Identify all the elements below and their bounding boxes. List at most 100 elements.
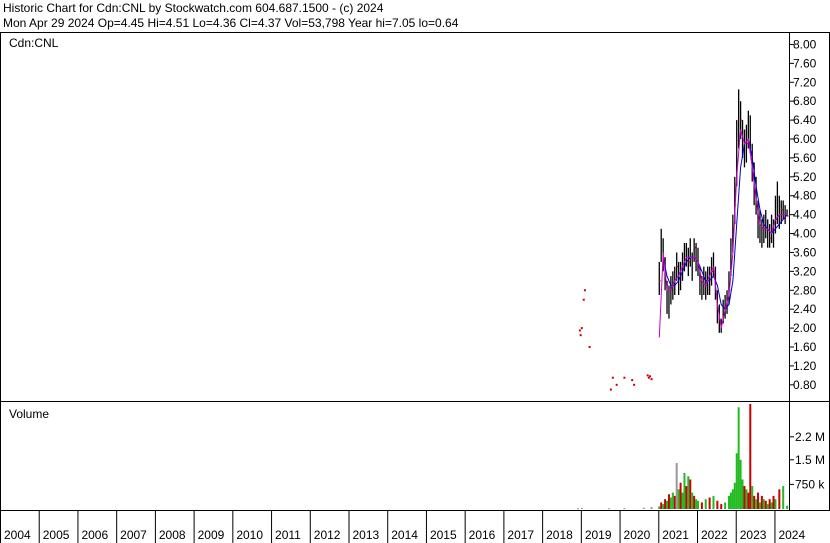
volume-bar <box>778 489 781 509</box>
volume-bar <box>691 492 694 509</box>
price-sparse-point <box>646 374 649 377</box>
x-tick-label: 2004 <box>4 528 31 542</box>
volume-bar <box>731 489 734 509</box>
price-tick-label: 6.00 <box>793 132 817 146</box>
price-tick-label: 5.20 <box>793 170 817 184</box>
price-tick-label: 6.80 <box>793 94 817 108</box>
price-sparse-point <box>588 346 591 348</box>
price-tick-label: 0.80 <box>793 378 817 392</box>
price-tick-label: 4.00 <box>793 227 817 241</box>
volume-bar <box>681 492 684 509</box>
volume-bar <box>675 463 678 509</box>
volume-bar <box>664 499 667 509</box>
chart-header-title: Historic Chart for Cdn:CNL by Stockwatch… <box>3 1 384 15</box>
price-sparse-point <box>582 298 585 301</box>
volume-bar <box>753 495 756 509</box>
price-sparse-point <box>623 376 626 379</box>
volume-bar <box>747 492 750 509</box>
volume-bar <box>685 486 688 509</box>
volume-bar <box>758 502 761 509</box>
x-tick-label: 2024 <box>778 528 805 542</box>
volume-bar <box>658 506 661 509</box>
volume-bar <box>708 497 711 509</box>
price-tick-label: 7.60 <box>793 56 817 70</box>
volume-bar <box>755 499 758 509</box>
chart-window: Historic Chart for Cdn:CNL by Stockwatch… <box>0 0 830 543</box>
volume-bar <box>774 499 777 509</box>
x-tick-label: 2023 <box>740 528 767 542</box>
x-tick-label: 2012 <box>314 528 341 542</box>
x-tick-label: 2021 <box>662 528 689 542</box>
volume-bar <box>662 504 665 509</box>
volume-bar <box>704 499 707 509</box>
volume-bar <box>580 508 583 510</box>
volume-bar <box>733 482 736 509</box>
volume-bar <box>766 504 769 509</box>
price-tick-label: 2.80 <box>793 283 817 297</box>
price-tick-label: 4.80 <box>793 189 817 203</box>
x-tick-label: 2016 <box>469 528 496 542</box>
volume-bar <box>683 472 686 509</box>
volume-bar <box>786 505 789 509</box>
x-tick-label: 2015 <box>430 528 457 542</box>
volume-bar <box>735 453 738 509</box>
volume-bar <box>768 499 771 509</box>
price-sparse-point <box>583 289 586 292</box>
volume-bar <box>762 499 765 509</box>
volume-bar <box>712 495 715 509</box>
volume-tick-label: 1.5 M <box>795 453 825 467</box>
price-sparse-point <box>631 379 634 382</box>
x-tick-label: 2013 <box>353 528 380 542</box>
price-sparse-point <box>609 388 612 391</box>
price-tick-label: 1.60 <box>793 340 817 354</box>
price-tick-label: 1.20 <box>793 359 817 373</box>
volume-bar <box>739 459 742 509</box>
price-sparse-point <box>648 375 651 378</box>
chart-header-quote: Mon Apr 29 2024 Op=4.45 Hi=4.51 Lo=4.36 … <box>3 16 459 30</box>
volume-bar <box>729 492 732 509</box>
volume-bar <box>671 492 674 509</box>
volume-bar <box>673 495 676 509</box>
volume-bar <box>751 486 754 509</box>
volume-bar <box>716 500 719 509</box>
price-tick-label: 2.40 <box>793 302 817 316</box>
volume-bar <box>623 508 626 510</box>
price-sparse-point <box>580 327 583 330</box>
x-tick-label: 2006 <box>81 528 108 542</box>
volume-bar <box>679 482 682 509</box>
price-sparse-point <box>578 329 581 332</box>
volume-bar <box>772 495 775 509</box>
moving-average-long-line <box>662 137 788 310</box>
x-tick-label: 2011 <box>275 528 301 542</box>
price-plot: 8.00 7.60 7.20 6.80 6.40 6.00 5.60 5.20 4.80 4.40… <box>578 33 817 401</box>
x-tick-label: 2005 <box>43 528 70 542</box>
volume-bar <box>660 502 663 509</box>
volume-bar <box>700 502 703 509</box>
x-tick-label: 2009 <box>198 528 225 542</box>
price-tick-label: 3.60 <box>793 245 817 259</box>
price-tick-label: 3.20 <box>793 264 817 278</box>
x-tick-label: 2008 <box>159 528 186 542</box>
volume-bar <box>687 476 690 509</box>
x-tick-label: 2014 <box>391 528 418 542</box>
x-tick-label: 2019 <box>585 528 612 542</box>
price-sparse-point <box>611 376 614 379</box>
price-panel: Cdn:CNL 8.00 7.60 7.20 6.80 6.40 6.00 5.60 5.20… <box>0 32 830 402</box>
volume-bar <box>782 486 785 509</box>
volume-bar <box>745 489 748 509</box>
volume-bar <box>693 495 696 509</box>
price-tick-label: 6.40 <box>793 113 817 127</box>
volume-bar <box>666 500 669 509</box>
price-sparse-point <box>579 334 582 337</box>
x-axis: 2004 2005 2006 2007 2008 2009 2010 2011 2012 2013… <box>0 510 830 543</box>
volume-bar <box>695 499 698 509</box>
x-tick-label: 2007 <box>120 528 147 542</box>
volume-tick-label: 750 k <box>795 477 825 491</box>
volume-bar <box>741 479 744 509</box>
x-tick-label: 2010 <box>236 528 263 542</box>
volume-plot: 2.2 M 1.5 M 750 k <box>576 402 825 510</box>
volume-bar <box>650 507 653 509</box>
volume-bar <box>737 407 740 509</box>
volume-bar <box>749 404 752 509</box>
volume-bar <box>757 492 760 509</box>
